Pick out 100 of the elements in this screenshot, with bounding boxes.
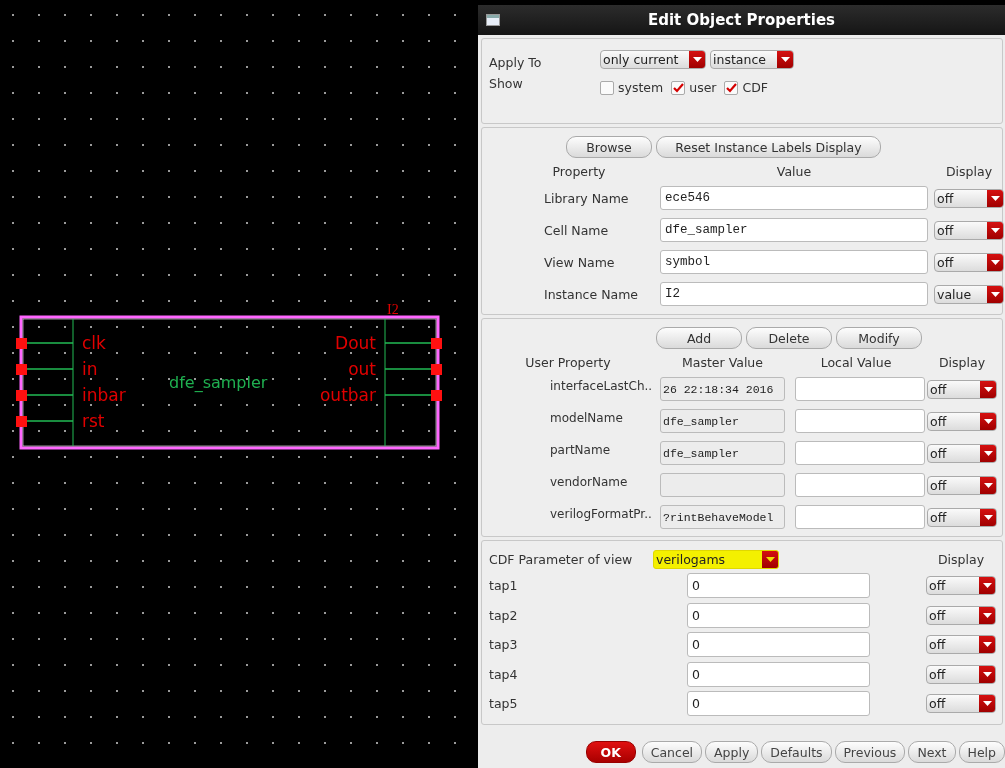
- property-label: partName: [549, 443, 611, 457]
- action-button[interactable]: Add: [656, 327, 742, 349]
- parameter-label: tap4: [489, 666, 519, 682]
- display-dropdown[interactable]: off: [927, 443, 997, 463]
- display-dropdown[interactable]: off: [927, 379, 997, 399]
- dialog-button[interactable]: Apply: [705, 741, 759, 763]
- parameter-field[interactable]: 0: [687, 573, 870, 599]
- field-label: Apply To: [489, 54, 543, 70]
- master-value-field[interactable]: 26 22:18:34 2016: [660, 377, 785, 401]
- column-header: Local Value: [819, 354, 893, 370]
- caret-icon: [980, 508, 996, 526]
- parameter-field[interactable]: 0: [687, 661, 870, 687]
- pin-label: in: [82, 359, 98, 379]
- caret-icon: [987, 285, 1003, 303]
- caret-icon: [979, 665, 995, 683]
- property-label: View Name: [543, 254, 616, 270]
- window-title: Edit Object Properties: [648, 11, 835, 29]
- property-label: Cell Name: [543, 222, 610, 238]
- caret-icon: [689, 50, 705, 68]
- parameter-field[interactable]: 0: [687, 602, 870, 628]
- local-value-field[interactable]: [795, 473, 925, 497]
- field-label: CDF Parameter of view: [489, 551, 634, 567]
- display-dropdown[interactable]: off: [927, 507, 997, 527]
- column-header: Display: [936, 551, 986, 567]
- display-dropdown[interactable]: value: [934, 284, 1004, 304]
- parameter-label: tap5: [489, 696, 519, 712]
- action-button[interactable]: Browse: [566, 136, 652, 158]
- checkbox-label: CDF: [742, 80, 768, 95]
- caret-icon: [979, 695, 995, 713]
- display-dropdown[interactable]: off: [926, 694, 996, 714]
- pin-label: rst: [82, 411, 105, 431]
- field-label: Show: [489, 76, 524, 91]
- master-value-field[interactable]: dfe_sampler: [660, 409, 785, 433]
- caret-icon: [987, 189, 1003, 207]
- master-value-field[interactable]: [660, 473, 785, 497]
- column-header: Value: [775, 163, 813, 179]
- property-label: Library Name: [543, 190, 630, 206]
- action-button[interactable]: Reset Instance Labels Display: [656, 136, 881, 158]
- display-dropdown[interactable]: off: [934, 188, 1004, 208]
- checkbox[interactable]: [724, 80, 739, 95]
- checkbox[interactable]: [671, 80, 686, 95]
- property-label: interfaceLastCh..: [549, 379, 654, 393]
- dialog-button[interactable]: Next: [908, 741, 956, 763]
- caret-icon: [980, 412, 996, 430]
- value-field[interactable]: dfe_sampler: [660, 218, 928, 242]
- value-field[interactable]: symbol: [660, 250, 928, 274]
- value-field[interactable]: I2: [660, 282, 928, 306]
- dialog-button[interactable]: Cancel: [641, 741, 703, 763]
- local-value-field[interactable]: [795, 409, 925, 433]
- pin-label: clk: [82, 333, 106, 353]
- column-header: User Property: [524, 354, 612, 370]
- local-value-field[interactable]: [795, 505, 925, 529]
- parameter-label: tap2: [489, 607, 519, 623]
- action-button[interactable]: Modify: [836, 327, 922, 349]
- caret-icon: [980, 476, 996, 494]
- display-dropdown[interactable]: off: [926, 605, 996, 625]
- pin-label: out: [348, 359, 376, 379]
- parameter-label: tap3: [489, 637, 519, 653]
- column-header: Display: [937, 354, 987, 370]
- dialog-button[interactable]: Help: [958, 741, 1005, 763]
- cell-label: dfe_sampler: [169, 373, 268, 392]
- master-value-field[interactable]: dfe_sampler: [660, 441, 785, 465]
- ok-button[interactable]: OK: [585, 741, 636, 763]
- value-field[interactable]: ece546: [660, 186, 928, 210]
- scope-dropdown[interactable]: only current: [600, 49, 706, 69]
- target-dropdown[interactable]: instance: [710, 49, 794, 69]
- pin-label: Dout: [335, 333, 376, 353]
- local-value-field[interactable]: [795, 377, 925, 401]
- display-dropdown[interactable]: off: [926, 576, 996, 596]
- dialog-button[interactable]: Defaults: [761, 741, 832, 763]
- dialog-button[interactable]: Previous: [834, 741, 906, 763]
- display-dropdown[interactable]: off: [926, 635, 996, 655]
- property-label: vendorName: [549, 475, 629, 489]
- caret-icon: [980, 444, 996, 462]
- property-label: verilogFormatPr..: [549, 507, 653, 521]
- master-value-field[interactable]: ?rintBehaveModel: [660, 505, 785, 529]
- property-label: modelName: [549, 411, 624, 425]
- column-header: Property: [551, 163, 607, 179]
- display-dropdown[interactable]: off: [927, 411, 997, 431]
- action-button[interactable]: Delete: [746, 327, 832, 349]
- caret-icon: [979, 577, 995, 595]
- parameter-field[interactable]: 0: [687, 691, 870, 717]
- caret-icon: [980, 380, 996, 398]
- view-dropdown[interactable]: verilogams: [653, 549, 779, 569]
- column-header: Display: [944, 163, 994, 179]
- window-icon: [486, 14, 500, 26]
- instance-label: I2: [387, 302, 399, 317]
- caret-icon: [987, 221, 1003, 239]
- display-dropdown[interactable]: off: [926, 664, 996, 684]
- pin-label: outbar: [319, 385, 376, 405]
- display-dropdown[interactable]: off: [927, 475, 997, 495]
- caret-icon: [979, 636, 995, 654]
- checkbox[interactable]: [600, 80, 614, 95]
- caret-icon: [762, 550, 778, 568]
- local-value-field[interactable]: [795, 441, 925, 465]
- parameter-label: tap1: [489, 578, 519, 594]
- display-dropdown[interactable]: off: [934, 220, 1004, 240]
- display-dropdown[interactable]: off: [934, 252, 1004, 272]
- caret-icon: [987, 253, 1003, 271]
- parameter-field[interactable]: 0: [687, 632, 870, 658]
